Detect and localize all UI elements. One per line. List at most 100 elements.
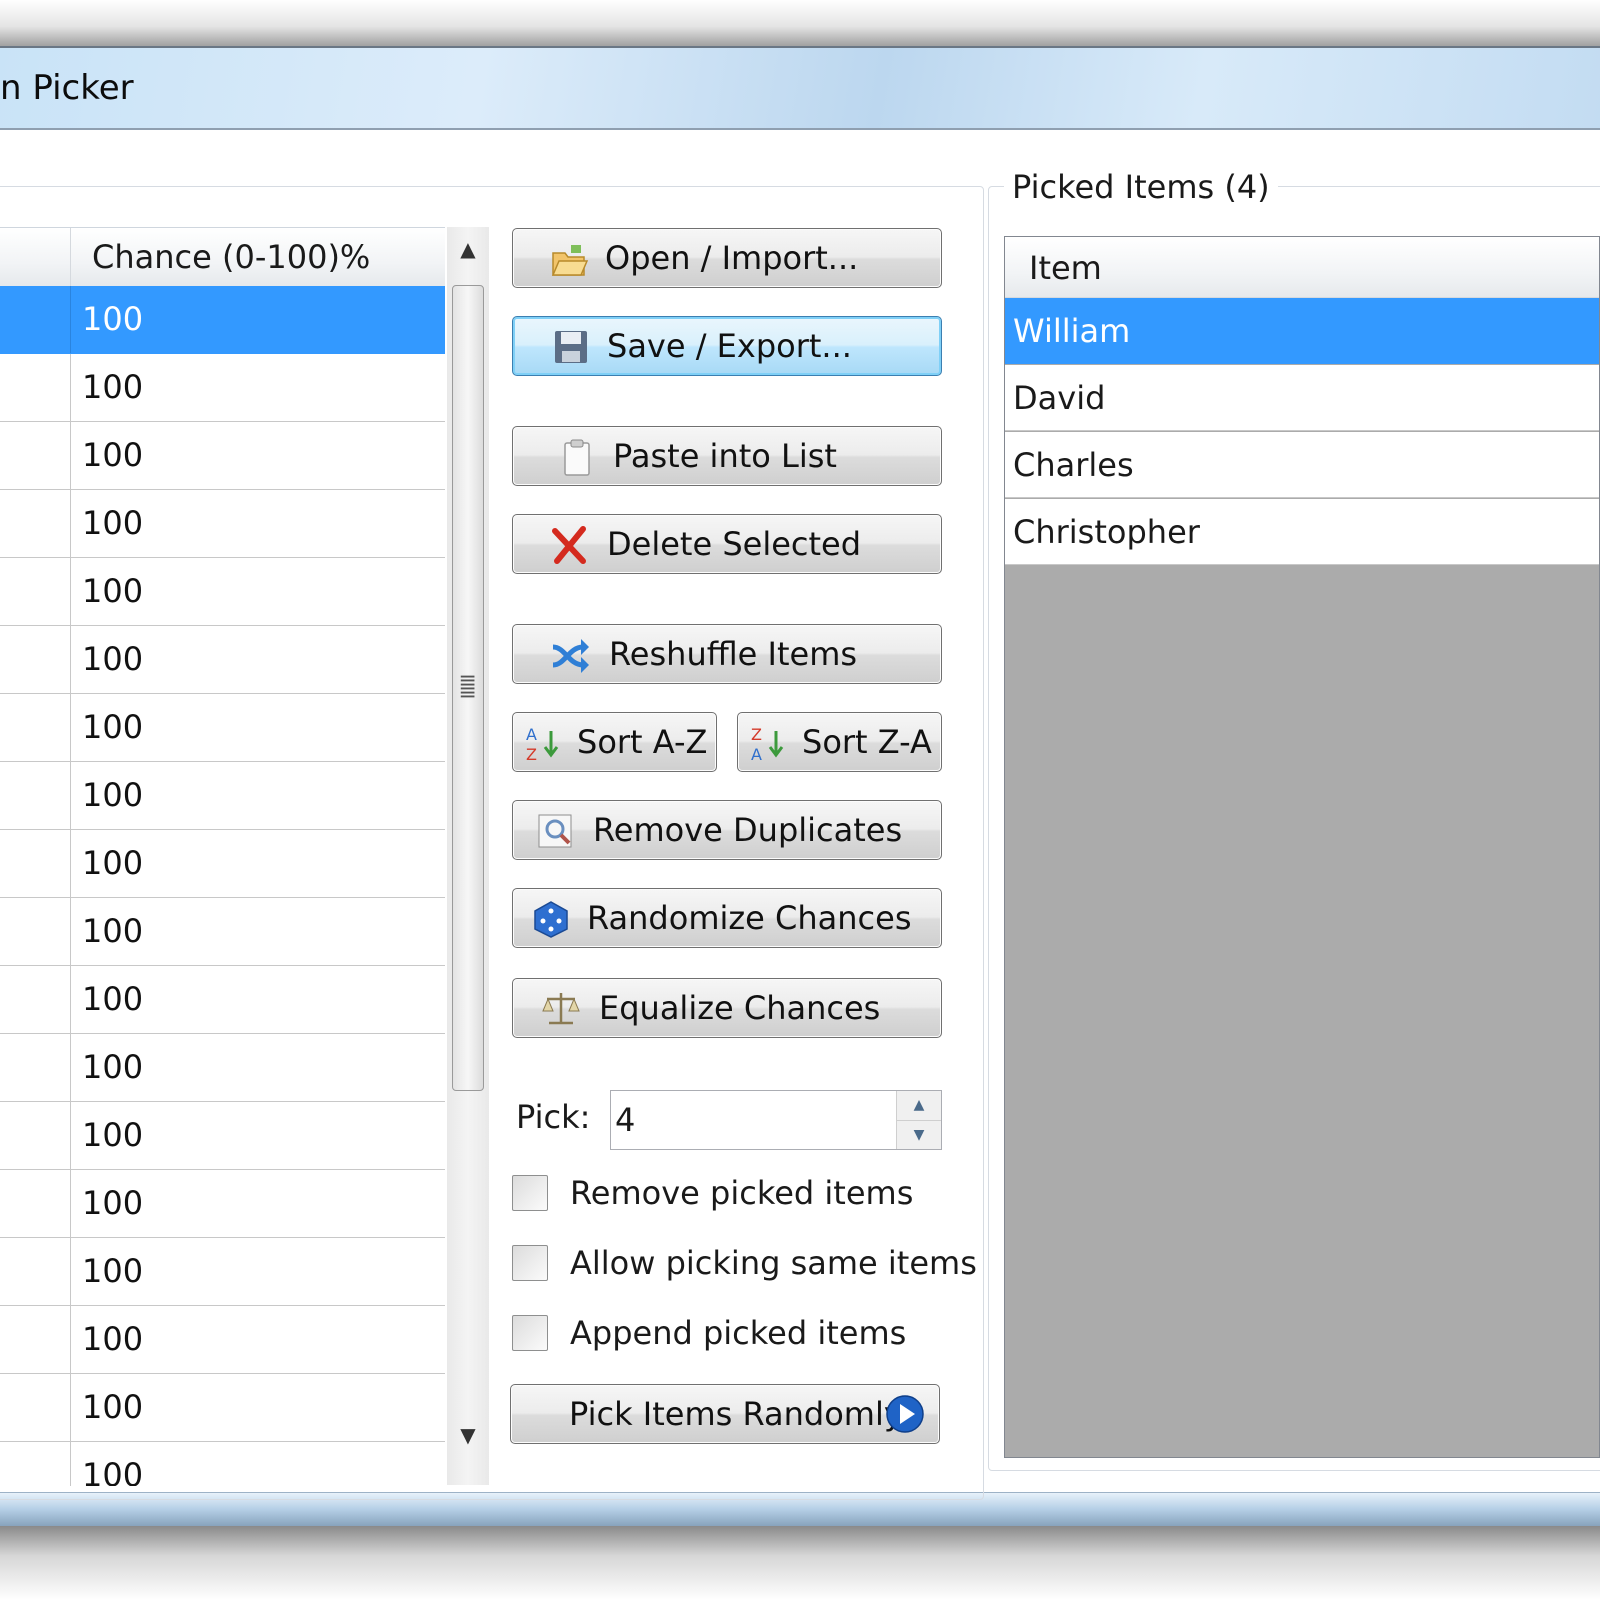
- picked-item-text: Christopher: [1013, 513, 1200, 551]
- column-separator: [70, 354, 71, 421]
- chance-cell: 100: [82, 504, 144, 542]
- column-separator: [70, 422, 71, 489]
- column-separator: [70, 898, 71, 965]
- item-list-row[interactable]: 100: [0, 694, 445, 762]
- remove-picked-label[interactable]: Remove picked items: [570, 1174, 913, 1212]
- chance-cell: 100: [82, 844, 144, 882]
- open-import-label: Open / Import...: [605, 239, 859, 277]
- chance-cell: 100: [82, 912, 144, 950]
- title-bar[interactable]: n Picker: [0, 48, 1600, 130]
- column-separator: [70, 286, 71, 353]
- column-separator: [70, 1034, 71, 1101]
- delete-selected-button[interactable]: Delete Selected: [512, 514, 942, 574]
- red-x-icon: [552, 526, 586, 564]
- chance-cell: 100: [82, 300, 144, 338]
- column-separator: [70, 1442, 71, 1486]
- item-list-row[interactable]: 100: [0, 354, 445, 422]
- chance-cell: 100: [82, 572, 144, 610]
- stepper-up-arrow-icon[interactable]: ▲: [897, 1091, 941, 1120]
- item-list-row[interactable]: 100: [0, 762, 445, 830]
- chance-cell: 100: [82, 776, 144, 814]
- column-separator: [70, 1374, 71, 1441]
- column-separator: [70, 490, 71, 557]
- picked-item-row[interactable]: Christopher: [1005, 499, 1599, 565]
- chance-cell: 100: [82, 640, 144, 678]
- item-list-row[interactable]: 100: [0, 1238, 445, 1306]
- item-list-row[interactable]: 100: [0, 626, 445, 694]
- item-list-rows: 100 100 100 100 100 100 100 100 100 100 100 100 100 1…: [0, 286, 445, 1486]
- item-list-row[interactable]: 100: [0, 830, 445, 898]
- desktop-shadow-top: [0, 0, 1600, 48]
- scroll-up-arrow-icon[interactable]: ▲: [447, 227, 489, 271]
- sort-az-icon: A Z: [526, 725, 559, 763]
- chance-cell: 100: [82, 436, 144, 474]
- picked-item-row[interactable]: David: [1005, 365, 1599, 431]
- column-separator: [70, 1102, 71, 1169]
- scroll-thumb[interactable]: ═ ═ ═: [452, 285, 484, 1091]
- append-picked-checkbox[interactable]: [512, 1315, 548, 1351]
- item-list-row[interactable]: 100: [0, 286, 445, 354]
- item-list-row[interactable]: 100: [0, 1374, 445, 1442]
- picked-item-row[interactable]: William: [1005, 298, 1599, 364]
- open-import-button[interactable]: Open / Import...: [512, 228, 942, 288]
- item-list-scrollbar[interactable]: ▲ ═ ═ ═ ▼: [447, 227, 489, 1485]
- randomize-chances-label: Randomize Chances: [587, 899, 912, 937]
- picked-item-text: Charles: [1013, 446, 1134, 484]
- scales-icon: [542, 993, 580, 1025]
- picked-item-row[interactable]: Charles: [1005, 432, 1599, 498]
- reshuffle-items-label: Reshuffle Items: [609, 635, 858, 673]
- item-list-row[interactable]: 100: [0, 1102, 445, 1170]
- pick-count-stepper[interactable]: 4 ▲ ▼: [610, 1090, 942, 1150]
- item-list-row[interactable]: 100: [0, 1034, 445, 1102]
- svg-text:A: A: [751, 745, 762, 763]
- item-list-row[interactable]: 100: [0, 966, 445, 1034]
- allow-same-checkbox[interactable]: [512, 1245, 548, 1281]
- chance-cell: 100: [82, 1388, 144, 1426]
- remove-picked-checkbox[interactable]: [512, 1175, 548, 1211]
- save-export-button[interactable]: Save / Export...: [512, 316, 942, 376]
- column-separator: [70, 1238, 71, 1305]
- clipboard-icon: [564, 439, 590, 476]
- item-list-row[interactable]: 100: [0, 1442, 445, 1486]
- column-separator: [70, 762, 71, 829]
- item-list-row[interactable]: 100: [0, 898, 445, 966]
- picked-items-header[interactable]: Item: [1005, 237, 1599, 298]
- picked-item-text: William: [1013, 312, 1131, 350]
- column-separator: [70, 966, 71, 1033]
- item-list[interactable]: Chance (0-100)% 100 100 100 100 100 100 100 100…: [0, 227, 445, 1486]
- stepper-down-arrow-icon[interactable]: ▼: [897, 1120, 941, 1150]
- paste-into-list-button[interactable]: Paste into List: [512, 426, 942, 486]
- chance-cell: 100: [82, 1320, 144, 1358]
- item-list-row[interactable]: 100: [0, 422, 445, 490]
- chance-column-header[interactable]: Chance (0-100)%: [92, 238, 370, 276]
- sort-a-z-button[interactable]: A Z Sort A-Z: [512, 712, 717, 772]
- play-circle-icon: [886, 1395, 924, 1433]
- pick-items-randomly-label: Pick Items Randomly: [569, 1395, 903, 1433]
- column-separator[interactable]: [70, 228, 71, 286]
- sort-z-a-button[interactable]: Z A Sort Z-A: [737, 712, 942, 772]
- sort-za-icon: Z A: [751, 725, 784, 763]
- equalize-chances-label: Equalize Chances: [599, 989, 881, 1027]
- item-list-row[interactable]: 100: [0, 1306, 445, 1374]
- item-column-header[interactable]: Item: [1029, 249, 1102, 287]
- picked-items-list[interactable]: Item William David Charles Christopher: [1004, 236, 1600, 1458]
- append-picked-label[interactable]: Append picked items: [570, 1314, 906, 1352]
- remove-duplicates-button[interactable]: Remove Duplicates: [512, 800, 942, 860]
- item-list-row[interactable]: 100: [0, 558, 445, 626]
- svg-text:A: A: [526, 725, 537, 744]
- svg-text:Z: Z: [751, 725, 762, 744]
- allow-same-label[interactable]: Allow picking same items: [570, 1244, 977, 1282]
- scroll-down-arrow-icon[interactable]: ▼: [447, 1413, 489, 1457]
- grip-icon: ═ ═ ═: [461, 667, 475, 708]
- pick-count-label: Pick:: [516, 1098, 591, 1136]
- randomize-chances-button[interactable]: Randomize Chances: [512, 888, 942, 948]
- equalize-chances-button[interactable]: Equalize Chances: [512, 978, 942, 1038]
- window-title: n Picker: [0, 68, 134, 108]
- pick-count-value[interactable]: 4: [615, 1101, 635, 1139]
- reshuffle-items-button[interactable]: Reshuffle Items: [512, 624, 942, 684]
- pick-items-randomly-button[interactable]: Pick Items Randomly: [510, 1384, 940, 1444]
- item-list-row[interactable]: 100: [0, 490, 445, 558]
- sort-z-a-label: Sort Z-A: [802, 723, 932, 761]
- item-list-row[interactable]: 100: [0, 1170, 445, 1238]
- delete-selected-label: Delete Selected: [607, 525, 862, 563]
